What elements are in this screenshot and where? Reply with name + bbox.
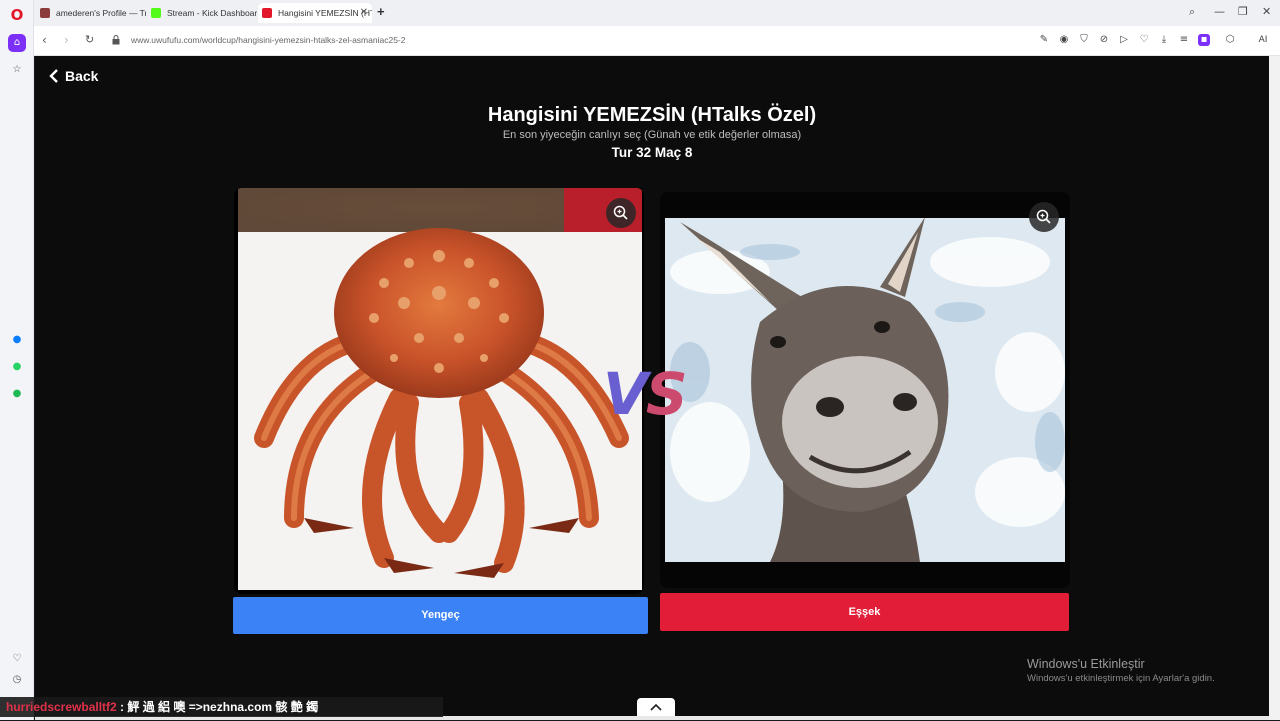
reload-icon[interactable]: ↻ — [85, 33, 94, 46]
page-content: Back Hangisini YEMEZSİN (HTalks Özel) En… — [35, 56, 1269, 720]
zoom-button[interactable] — [1029, 202, 1059, 232]
back-label: Back — [65, 68, 99, 84]
opera-logo-icon[interactable]: O — [9, 7, 25, 23]
right-choice-card[interactable] — [660, 192, 1070, 588]
tab-profile[interactable]: amederen's Profile — Tru — [36, 3, 146, 23]
vs-letter-s: S — [645, 360, 688, 428]
home-icon[interactable]: ⌂ — [8, 34, 26, 52]
tab-label: Hangisini YEMEZSİN (HTa — [278, 8, 372, 18]
forward-nav-icon[interactable]: › — [64, 33, 69, 47]
star-icon[interactable]: ☆ — [8, 61, 26, 79]
chat-ticker: hurriedscrewballtf2 : 鮃 過 絽 噢 =>nezhna.c… — [0, 697, 443, 717]
profile-icon[interactable]: ▪ — [1198, 34, 1210, 46]
donkey-image — [660, 192, 1070, 588]
new-tab-button[interactable]: + — [377, 5, 389, 19]
scrollbar[interactable] — [1269, 56, 1280, 720]
opera-sidebar: O ⌂ ☆ ● ● ● ♡ ◷ — [0, 0, 34, 720]
page-title: Hangisini YEMEZSİN (HTalks Özel) — [487, 104, 817, 126]
vs-label: VS — [603, 360, 688, 428]
left-choice-card[interactable] — [234, 188, 644, 594]
minimize-icon[interactable]: — — [1214, 5, 1225, 18]
tab-uwufufu[interactable]: Hangisini YEMEZSİN (HTa ✕ — [258, 3, 372, 23]
ai-label: AI — [1258, 35, 1268, 45]
close-tab-icon[interactable]: ✕ — [360, 3, 368, 23]
tab-favicon — [151, 8, 161, 18]
messenger-icon[interactable]: ● — [8, 331, 26, 349]
windows-activation-title: Windows'u Etkinleştir — [1027, 657, 1145, 671]
search-tabs-icon[interactable]: ⌕ — [1189, 5, 1195, 19]
url-field[interactable]: www.uwufufu.com/worldcup/hangisini-yemez… — [131, 35, 405, 45]
extensions-icon[interactable]: ⬡ — [1224, 34, 1236, 46]
lock-icon — [112, 35, 120, 45]
chevron-left-icon — [49, 69, 58, 83]
ticker-message: : 鮃 過 絽 噢 =>nezhna.com 骸 艶 鐲 — [120, 700, 319, 714]
spotify-icon[interactable]: ● — [8, 385, 26, 403]
zoom-in-icon — [1036, 209, 1051, 224]
history-icon[interactable]: ◷ — [8, 671, 26, 689]
king-crab-image — [238, 188, 642, 590]
zoom-button[interactable] — [606, 198, 636, 228]
ai-button[interactable]: AI — [1252, 34, 1274, 46]
back-button[interactable]: Back — [49, 68, 98, 84]
heart-icon[interactable]: ♡ — [1138, 34, 1150, 46]
camera-icon[interactable]: ◉ — [1058, 34, 1070, 46]
vpn-icon[interactable]: ⊘ — [1098, 34, 1110, 46]
tab-label: Stream - Kick Dashboard — [167, 8, 257, 18]
tab-favicon — [40, 8, 50, 18]
choose-left-button[interactable]: Yengeç — [233, 597, 648, 634]
vs-letter-v: V — [603, 360, 648, 428]
tab-favicon — [262, 8, 272, 18]
zoom-in-icon — [613, 205, 628, 220]
shield-icon[interactable]: ⛉ — [1078, 34, 1090, 46]
choose-right-button[interactable]: Eşşek — [660, 593, 1069, 631]
heart-icon[interactable]: ♡ — [8, 650, 26, 668]
scroll-up-button[interactable] — [637, 698, 675, 716]
back-nav-icon[interactable]: ‹ — [42, 33, 47, 47]
close-window-icon[interactable]: ✕ — [1262, 5, 1271, 18]
tab-bar: amederen's Profile — Tru Stream - Kick D… — [0, 0, 1280, 26]
address-bar: ‹ › ↻ www.uwufufu.com/worldcup/hangisini… — [34, 26, 1280, 56]
whatsapp-icon[interactable]: ● — [8, 358, 26, 376]
page-subtitle: En son yiyeceğin canlıyı seç (Günah ve e… — [502, 129, 802, 141]
chevron-up-icon — [650, 703, 662, 711]
windows-activation-subtitle: Windows'u etkinleştirmek için Ayarlar'a … — [1027, 673, 1215, 684]
menu-icon[interactable]: ≡ — [1178, 34, 1190, 46]
edit-icon[interactable]: ✎ — [1038, 34, 1050, 46]
play-icon[interactable]: ▷ — [1118, 34, 1130, 46]
restore-icon[interactable]: ❐ — [1238, 5, 1248, 18]
download-icon[interactable]: ⤓ — [1158, 34, 1170, 46]
ticker-username: hurriedscrewballtf2 — [6, 700, 117, 714]
tab-label: amederen's Profile — Tru — [56, 8, 146, 18]
tab-kick-dashboard[interactable]: Stream - Kick Dashboard — [147, 3, 257, 23]
round-indicator: Tur 32 Maç 8 — [611, 145, 693, 160]
